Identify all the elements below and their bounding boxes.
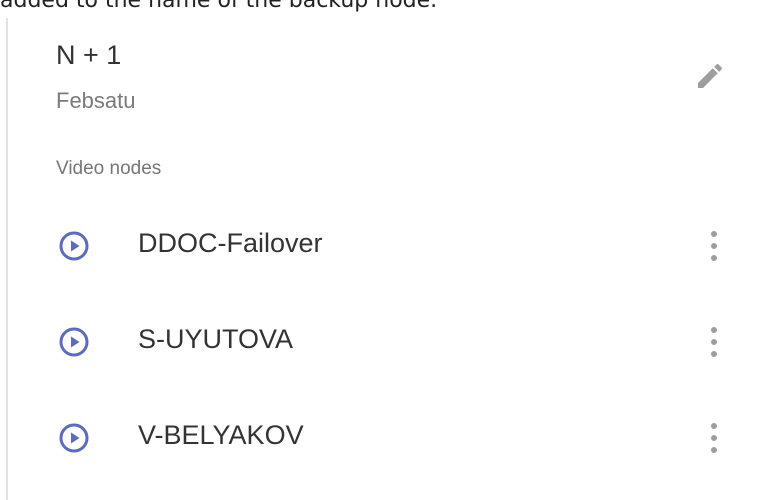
node-menu-button[interactable] [698,322,730,362]
group-title: N + 1 [56,40,122,70]
node-menu-button[interactable] [698,226,730,266]
pencil-icon [698,63,723,88]
play-circle-icon [59,231,89,261]
video-nodes-label: Video nodes [56,158,162,179]
video-node-item[interactable]: V-BELYAKOV [8,390,762,486]
document-caption: added to the name of the backup node. [0,0,438,13]
video-node-name: S-UYUTOVA [138,324,294,354]
video-node-item[interactable]: DDOC-Failover [8,198,762,294]
video-node-list: DDOC-Failover S-UYUTOVA V-BELYAKOV [8,198,762,486]
play-circle-icon [59,423,89,453]
more-vertical-icon [711,327,717,357]
video-node-name: DDOC-Failover [138,228,323,258]
page: added to the name of the backup node. N … [0,0,766,500]
node-menu-button[interactable] [698,418,730,458]
video-node-name: V-BELYAKOV [138,420,304,450]
group-subtitle: Febsatu [56,88,136,113]
play-circle-icon [59,327,89,357]
video-node-item[interactable]: S-UYUTOVA [8,294,762,390]
more-vertical-icon [711,231,717,261]
more-vertical-icon [711,423,717,453]
node-group-panel: N + 1 Febsatu Video nodes DDOC-Failover [6,18,762,500]
edit-button[interactable] [692,58,728,94]
